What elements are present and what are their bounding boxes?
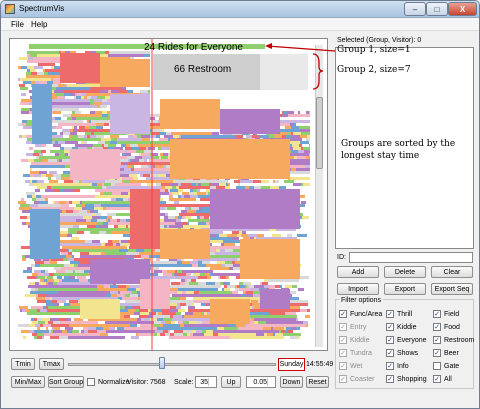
app-window: SpectrumVis – □ X File Help 24 Rides for… [0, 0, 480, 409]
arrow-head-icon [265, 43, 272, 49]
bracket-group2 [312, 53, 324, 90]
annotation-arrows [265, 43, 336, 90]
arrow-group1 [266, 45, 336, 52]
